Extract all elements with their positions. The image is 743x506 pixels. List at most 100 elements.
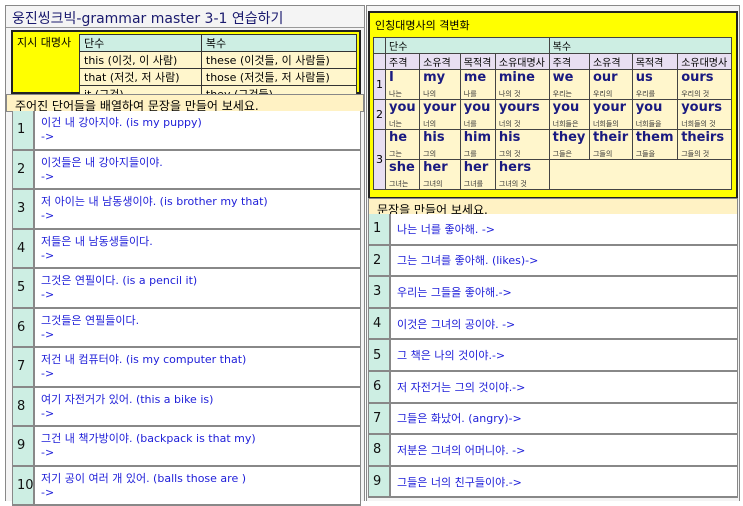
pronoun-cell: me나를: [460, 70, 495, 100]
pronoun-cell: us우리를: [632, 70, 677, 100]
pronoun-word: they: [553, 130, 586, 149]
answer-field[interactable]: ->: [41, 130, 354, 146]
pronoun-cell: their그들의: [589, 130, 632, 160]
exercise-prompt[interactable]: 우리는 그들을 좋아해.->: [391, 277, 738, 307]
exercise-prompt: 여기 자전거가 있어. (this a bike is): [41, 391, 354, 407]
exercise-prompt: 그것은 연필이다. (is a pencil it): [41, 272, 354, 288]
case-header: 소유대명사: [495, 54, 549, 70]
pronoun-word: our: [593, 70, 629, 89]
cell: those (저것들, 저 사람들): [201, 69, 356, 86]
pronoun-cell: your너희들의: [589, 100, 632, 130]
answer-field[interactable]: ->: [41, 407, 354, 423]
exercise-row: 3우리는 그들을 좋아해.->: [368, 277, 738, 309]
case-header: 소유격: [420, 54, 461, 70]
pronoun-word: my: [423, 70, 457, 89]
pronoun-cell: our우리의: [589, 70, 632, 100]
pronoun-meaning: 나를: [464, 89, 492, 99]
answer-field[interactable]: ->: [41, 209, 354, 225]
pronoun-cell: your너의: [420, 100, 461, 130]
group-header: 단수: [386, 38, 550, 54]
exercise-prompt: 그것들은 연필들이다.: [41, 312, 354, 328]
pronoun-meaning: 우리의 것: [681, 89, 728, 99]
answer-field[interactable]: ->: [41, 170, 354, 186]
answer-field[interactable]: ->: [41, 249, 354, 265]
exercise-prompt[interactable]: 저분은 그녀의 어머니야. ->: [391, 435, 738, 465]
exercise-row: 5그 책은 나의 것이야.->: [368, 340, 738, 372]
left-worksheet: 웅진씽크빅-grammar master 3-1 연습하기 지시 대명사 단수복…: [5, 5, 365, 501]
pronoun-cell: he그는: [386, 130, 420, 160]
pronoun-word: them: [636, 130, 674, 149]
pronoun-cell: hers그녀의 것: [495, 160, 549, 190]
exercise-prompt: 저 아이는 내 남동생이야. (is brother my that): [41, 193, 354, 209]
exercise-number: 9: [368, 467, 391, 497]
demonstrative-box: 지시 대명사 단수복수 this (이것, 이 사람)these (이것들, 이…: [11, 30, 361, 94]
exercise-prompt: 저기 공이 여러 개 있어. (balls those are ): [41, 470, 354, 486]
exercise-row: 6그것들은 연필들이다.->: [12, 309, 361, 349]
header-singular: 단수: [80, 35, 202, 52]
exercise-row: 1이건 내 강아지야. (is my puppy)->: [12, 111, 361, 151]
pronoun-meaning: 그들은: [553, 149, 586, 159]
pronoun-meaning: 그들을: [636, 149, 674, 159]
exercise-prompt: 이것들은 내 강아지들이야.: [41, 154, 354, 170]
pronoun-word: mine: [499, 70, 546, 89]
exercise-prompt[interactable]: 그들은 화났어. (angry)->: [391, 404, 738, 434]
answer-field[interactable]: ->: [41, 288, 354, 304]
pronoun-table: 단수복수주격소유격목적격소유대명사주격소유격목적격소유대명사1I나는my나의me…: [373, 37, 732, 190]
exercise-prompt[interactable]: 나는 너를 좋아해. ->: [391, 214, 738, 244]
exercise-prompt: 저건 내 컴퓨터야. (is my computer that): [41, 351, 354, 367]
pronoun-meaning: 너는: [389, 119, 416, 129]
pronoun-meaning: 그들의 것: [681, 149, 728, 159]
pronoun-box: 인칭대명사의 격변화 단수복수주격소유격목적격소유대명사주격소유격목적격소유대명…: [368, 11, 738, 199]
pronoun-row: she그녀는her그녀의her그녀를hers그녀의 것: [374, 160, 732, 190]
exercise-content: 저건 내 컴퓨터야. (is my computer that)->: [35, 348, 361, 386]
pronoun-word: you: [464, 100, 492, 119]
pronoun-word: your: [593, 100, 629, 119]
pronoun-cell: you너희들을: [632, 100, 677, 130]
group-header-row: 단수복수: [374, 38, 732, 54]
exercise-number: 5: [12, 269, 35, 307]
pronoun-meaning: 그의 것: [499, 149, 546, 159]
pronoun-cell: they그들은: [549, 130, 589, 160]
exercise-content: 그것들은 연필들이다.->: [35, 309, 361, 347]
pronoun-meaning: 너를: [464, 119, 492, 129]
exercise-row: 8저분은 그녀의 어머니야. ->: [368, 435, 738, 467]
pronoun-cell: you너는: [386, 100, 420, 130]
exercise-prompt[interactable]: 그 책은 나의 것이야.->: [391, 340, 738, 370]
group-header: 복수: [549, 38, 731, 54]
exercise-number: 5: [368, 340, 391, 370]
exercise-number: 1: [368, 214, 391, 244]
exercise-row: 4이것은 그녀의 공이야. ->: [368, 309, 738, 341]
exercise-number: 6: [368, 372, 391, 402]
answer-field[interactable]: ->: [41, 446, 354, 462]
case-header: 소유격: [589, 54, 632, 70]
pronoun-cell: ours우리의 것: [678, 70, 732, 100]
exercise-row: 7그들은 화났어. (angry)->: [368, 404, 738, 436]
worksheet-title: 웅진씽크빅-grammar master 3-1 연습하기: [6, 6, 364, 28]
exercise-prompt[interactable]: 저 자전거는 그의 것이야.->: [391, 372, 738, 402]
answer-field[interactable]: ->: [41, 328, 354, 344]
pronoun-meaning: 너의: [423, 119, 457, 129]
pronoun-row: 1I나는my나의me나를mine나의 것we우리는our우리의us우리를ours…: [374, 70, 732, 100]
pronoun-word: her: [423, 160, 457, 179]
pronoun-word: you: [553, 100, 586, 119]
person-number: 1: [374, 70, 386, 100]
exercise-prompt[interactable]: 그들은 너의 친구들이야.->: [391, 467, 738, 497]
pronoun-cell: his그의 것: [495, 130, 549, 160]
exercise-list: 1이건 내 강아지야. (is my puppy)->2이것들은 내 강아지들이…: [12, 111, 361, 506]
exercise-number: 2: [368, 246, 391, 276]
case-header: 주격: [386, 54, 420, 70]
answer-field[interactable]: ->: [41, 486, 354, 502]
exercise-prompt[interactable]: 그는 그녀를 좋아해. (likes)->: [391, 246, 738, 276]
pronoun-word: theirs: [681, 130, 728, 149]
exercise-content: 저들은 내 남동생들이다.->: [35, 230, 361, 268]
pronoun-cell: mine나의 것: [495, 70, 549, 100]
answer-field[interactable]: ->: [41, 367, 354, 383]
case-header: 소유대명사: [678, 54, 732, 70]
exercise-number: 10: [12, 467, 35, 505]
pronoun-cell: her그녀를: [460, 160, 495, 190]
exercise-number: 8: [368, 435, 391, 465]
pronoun-word: your: [423, 100, 457, 119]
pronoun-word: you: [389, 100, 416, 119]
pronoun-word: yours: [499, 100, 546, 119]
exercise-prompt[interactable]: 이것은 그녀의 공이야. ->: [391, 309, 738, 339]
